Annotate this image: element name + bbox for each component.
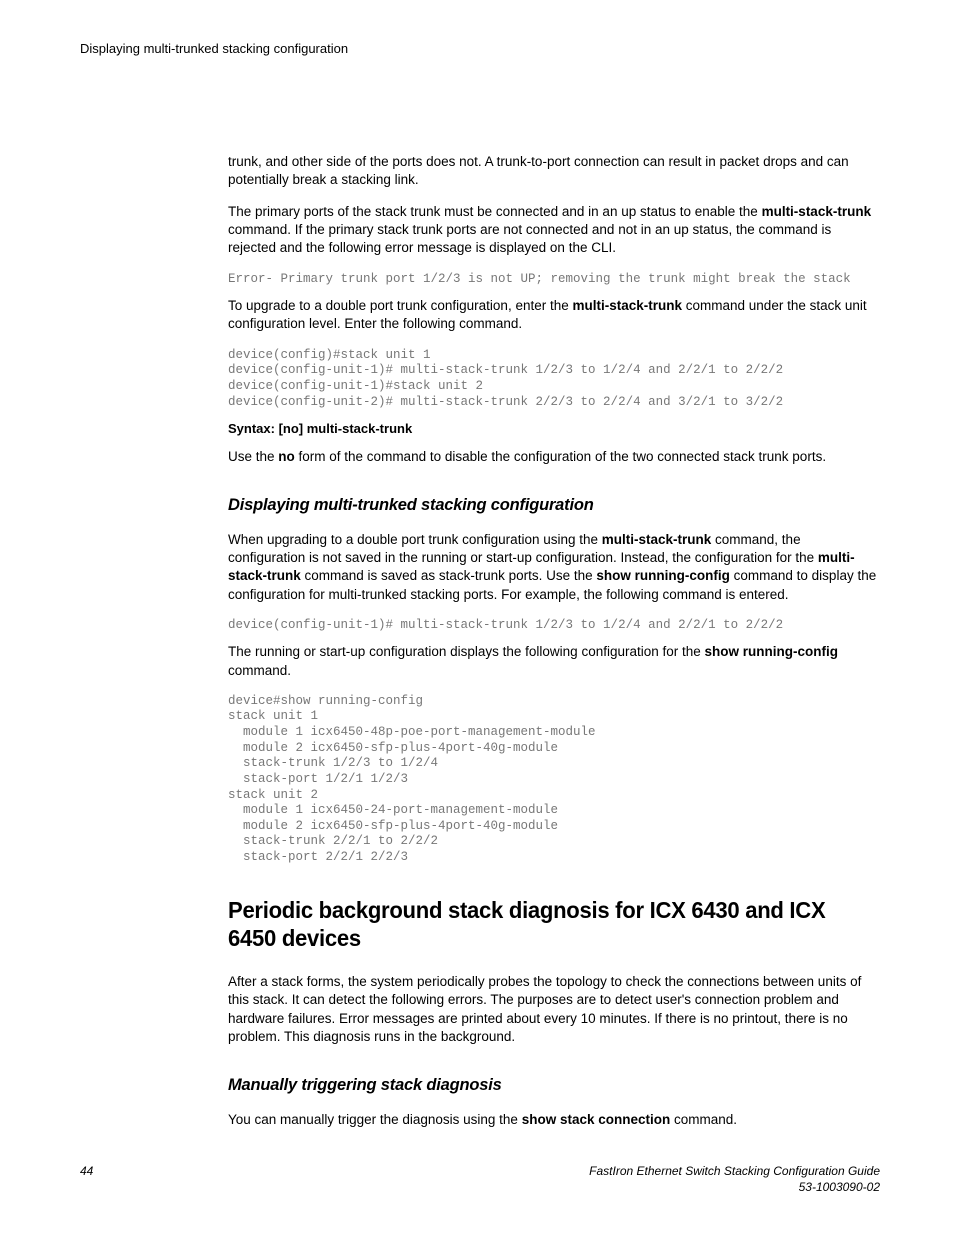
para-periodic-diagnosis: After a stack forms, the system periodic… <box>228 973 878 1046</box>
page-number: 44 <box>80 1163 93 1179</box>
cmd-multi-stack-trunk: multi-stack-trunk <box>762 204 872 219</box>
para-upgrade: To upgrade to a double port trunk config… <box>228 297 878 333</box>
main-content: trunk, and other side of the ports does … <box>228 153 878 1130</box>
text: command. <box>228 663 291 678</box>
cmd-multi-stack-trunk: multi-stack-trunk <box>602 532 712 547</box>
text: When upgrading to a double port trunk co… <box>228 532 602 547</box>
text: command. <box>670 1112 737 1127</box>
code-config-example-1: device(config)#stack unit 1 device(confi… <box>228 348 878 411</box>
cmd-multi-stack-trunk: multi-stack-trunk <box>572 298 682 313</box>
footer-title: FastIron Ethernet Switch Stacking Config… <box>589 1164 880 1178</box>
para-intro-continuation: trunk, and other side of the ports does … <box>228 153 878 189</box>
text: command. If the primary stack trunk port… <box>228 222 831 255</box>
cmd-show-running-config: show running-config <box>705 644 838 659</box>
cmd-show-stack-connection: show stack connection <box>522 1112 671 1127</box>
text: The running or start-up configuration di… <box>228 644 705 659</box>
kw-no: no <box>278 449 295 464</box>
cmd-show-running-config: show running-config <box>596 568 729 583</box>
text: The primary ports of the stack trunk mus… <box>228 204 762 219</box>
page-footer: 44 FastIron Ethernet Switch Stacking Con… <box>80 1163 880 1195</box>
heading-displaying-config: Displaying multi-trunked stacking config… <box>228 494 859 517</box>
code-error-msg: Error- Primary trunk port 1/2/3 is not U… <box>228 272 878 288</box>
text: command is saved as stack-trunk ports. U… <box>301 568 597 583</box>
text: You can manually trigger the diagnosis u… <box>228 1112 522 1127</box>
para-displaying-config: When upgrading to a double port trunk co… <box>228 531 878 604</box>
para-no-form: Use the no form of the command to disabl… <box>228 448 878 466</box>
text: To upgrade to a double port trunk config… <box>228 298 572 313</box>
text: Use the <box>228 449 278 464</box>
para-primary-ports: The primary ports of the stack trunk mus… <box>228 203 878 258</box>
footer-docnum: 53-1003090-02 <box>799 1180 880 1194</box>
para-manual-trigger: You can manually trigger the diagnosis u… <box>228 1111 878 1129</box>
code-show-running-output: device#show running-config stack unit 1 … <box>228 694 878 866</box>
text: form of the command to disable the confi… <box>295 449 826 464</box>
running-header: Displaying multi-trunked stacking config… <box>80 40 880 58</box>
heading-periodic-diagnosis: Periodic background stack diagnosis for … <box>228 896 852 954</box>
heading-manual-trigger: Manually triggering stack diagnosis <box>228 1074 859 1097</box>
para-running-config: The running or start-up configuration di… <box>228 643 878 679</box>
code-config-example-2: device(config-unit-1)# multi-stack-trunk… <box>228 618 878 634</box>
syntax-line: Syntax: [no] multi-stack-trunk <box>228 420 878 438</box>
